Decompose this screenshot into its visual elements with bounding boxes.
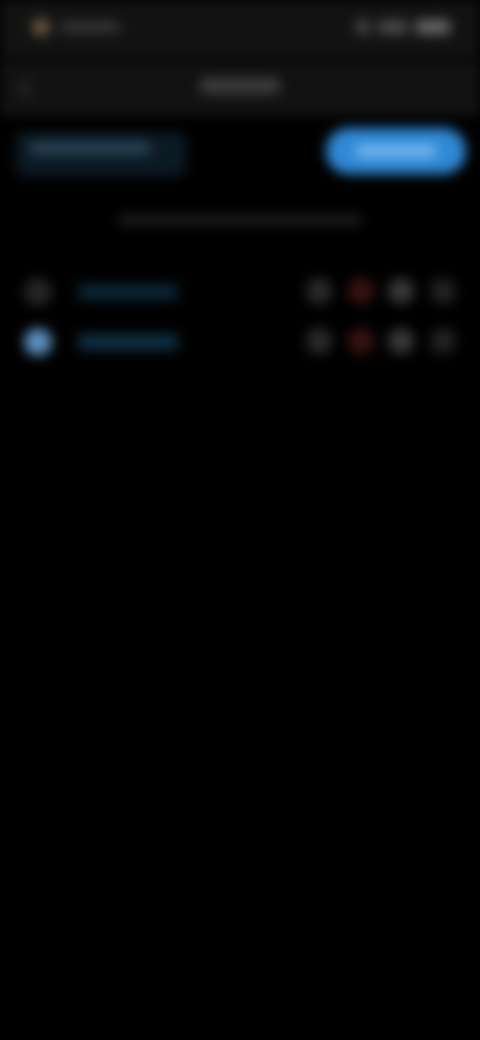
tab-right-label (356, 145, 436, 157)
grid-dot[interactable] (306, 278, 332, 304)
tab-left-label (30, 142, 150, 154)
list-item-label (78, 284, 178, 300)
back-arrow-icon[interactable] (16, 78, 40, 98)
tab-left[interactable] (16, 132, 186, 176)
dot-grid (298, 278, 468, 358)
list-item[interactable] (18, 322, 188, 362)
page-title (200, 78, 280, 94)
grid-dot[interactable] (430, 328, 456, 354)
avatar (24, 278, 52, 306)
grid-dot[interactable] (430, 278, 456, 304)
list-item-label (78, 334, 178, 350)
status-time (60, 22, 120, 32)
status-right (356, 20, 450, 34)
grid-dot[interactable] (348, 328, 374, 354)
grid-dot[interactable] (306, 328, 332, 354)
status-bar (0, 0, 480, 60)
caption-text (118, 214, 362, 226)
avatar (24, 328, 52, 356)
status-left (32, 18, 120, 36)
signal-icon (356, 20, 370, 34)
notification-icon (32, 18, 50, 36)
wifi-icon (378, 20, 408, 34)
list-item[interactable] (18, 272, 188, 312)
grid-dot[interactable] (388, 328, 414, 354)
app-screen (0, 0, 480, 1040)
grid-dot[interactable] (388, 278, 414, 304)
grid-dot[interactable] (348, 278, 374, 304)
battery-icon (416, 20, 450, 34)
tab-right-active[interactable] (326, 128, 466, 174)
